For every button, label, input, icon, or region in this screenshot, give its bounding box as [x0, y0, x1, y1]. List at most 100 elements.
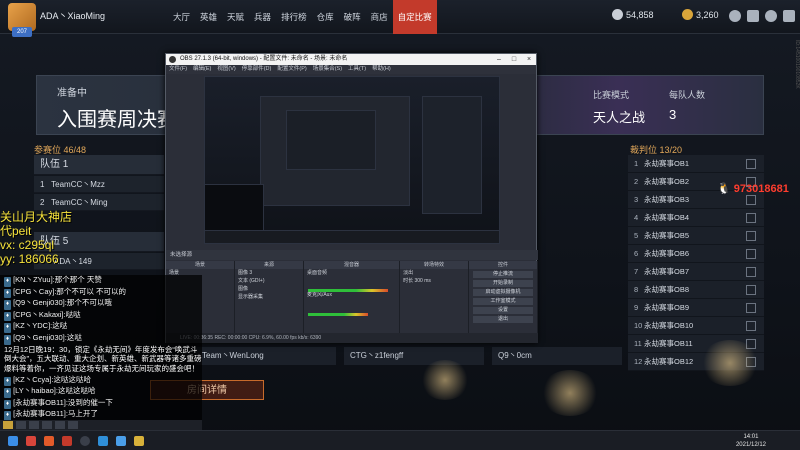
filter-icon[interactable] [55, 421, 65, 429]
start-recording-button[interactable]: 开始录制 [473, 280, 534, 287]
judge-name: 永劫赛事OB3 [644, 195, 690, 204]
source-item[interactable]: 图像 [235, 285, 303, 293]
checkbox[interactable] [746, 303, 756, 313]
settings-button[interactable]: 设置 [473, 307, 534, 314]
chat-message: ♦ [CPG丶Kakaxi]:哒哒 [0, 310, 202, 322]
menu-edit[interactable]: 编辑(E) [193, 65, 211, 74]
source-item[interactable]: 图像 3 [235, 269, 303, 277]
obs-logo-icon [169, 56, 176, 63]
menu-file[interactable]: 文件(F) [169, 65, 187, 74]
list-item[interactable]: 1 永劫赛事OB1 [628, 155, 764, 173]
transition-duration[interactable]: 时长 300 ms [400, 277, 468, 285]
obs-title: OBS 27.1.3 (64-bit, windows) - 配置文件: 未命名… [180, 56, 348, 62]
checkbox[interactable] [746, 249, 756, 259]
friends-icon[interactable] [765, 10, 777, 22]
list-item[interactable]: 8 永劫赛事OB8 [628, 281, 764, 299]
obs-icon[interactable] [80, 436, 90, 446]
player-name: TeamCC丶Ming [51, 198, 108, 207]
studio-mode-button[interactable]: 工作室模式 [473, 298, 534, 305]
nav-shop[interactable]: 商店 [366, 0, 393, 34]
nav-talents[interactable]: 天赋 [222, 0, 249, 34]
screen: { "user": {"name": "ADA丶XiaoMing", "leve… [0, 0, 800, 450]
nav-custom-match[interactable]: 自定比赛 [392, 0, 437, 34]
team-row[interactable]: CTG丶z1fengff [344, 347, 484, 365]
minimize-icon[interactable]: – [492, 54, 506, 65]
judge-name: 永劫赛事OB4 [644, 213, 690, 222]
app-icon[interactable] [98, 436, 108, 446]
refresh-icon[interactable] [16, 421, 26, 429]
sources-dock: 来源 图像 3 文本 (GDI+) 图像 显示器采集 [234, 261, 304, 333]
chat-badge: ♦ [4, 300, 12, 310]
app-icon[interactable] [134, 436, 144, 446]
checkbox[interactable] [746, 285, 756, 295]
light-effect [700, 340, 760, 386]
gift-icon[interactable] [3, 421, 13, 429]
transition-select[interactable]: 淡出 [400, 269, 468, 277]
main-nav: 大厅 英雄 天赋 兵器 排行榜 仓库 破阵 商店 自定比赛 [168, 0, 437, 34]
checkbox[interactable] [746, 195, 756, 205]
team-1-header[interactable]: 队伍 1 [34, 155, 164, 175]
checkbox[interactable] [746, 321, 756, 331]
list-item[interactable]: 5 永劫赛事OB5 [628, 227, 764, 245]
exit-button[interactable]: 退出 [473, 316, 534, 323]
team-row[interactable]: 2 TeamCC丶Ming [34, 194, 164, 211]
chat-text: [CPG丶Cay]:那个不可以 不可以的 [13, 286, 126, 296]
maximize-icon[interactable]: □ [507, 54, 521, 65]
overlay-line: vx: c295ql [0, 238, 55, 252]
obs-preview[interactable] [204, 76, 500, 244]
nav-leaderboard[interactable]: 排行榜 [276, 0, 312, 34]
team-row[interactable]: 1 TeamCC丶Mzz [34, 176, 164, 193]
menu-scene-collection[interactable]: 场景集合(S) [313, 65, 342, 74]
nested-taskbar [204, 230, 500, 244]
checkbox[interactable] [746, 267, 756, 277]
chat-message: ♦ [LY丶haibao]:这哒这哒哈 [0, 386, 202, 398]
menu-tools[interactable]: 工具(T) [348, 65, 366, 74]
menu-help[interactable]: 帮助(H) [372, 65, 391, 74]
checkbox[interactable] [746, 159, 756, 169]
menu-icon[interactable] [783, 10, 795, 22]
system-clock[interactable]: 14:01 2021/12/12 [736, 433, 766, 449]
list-item[interactable]: 4 永劫赛事OB4 [628, 209, 764, 227]
lock-icon[interactable] [42, 421, 52, 429]
obs-context-bar: 未选择源 [166, 250, 538, 260]
app-icon[interactable] [62, 436, 72, 446]
chat-badge: ♦ [4, 399, 12, 410]
list-item[interactable]: 7 永劫赛事OB7 [628, 263, 764, 281]
close-icon[interactable]: × [522, 54, 536, 65]
checkbox[interactable] [746, 231, 756, 241]
list-item[interactable]: 9 永劫赛事OB9 [628, 299, 764, 317]
list-item[interactable]: 6 永劫赛事OB6 [628, 245, 764, 263]
mail-icon[interactable] [747, 10, 759, 22]
list-item[interactable]: 10 永劫赛事OB10 [628, 317, 764, 335]
team-row[interactable]: Q9丶0cm [492, 347, 622, 365]
windows-start-icon[interactable] [8, 436, 18, 446]
mode-value: 天人之战 [593, 110, 646, 125]
player-name: TeamCC丶Mzz [51, 180, 105, 189]
app-icon[interactable] [116, 436, 126, 446]
settings-icon[interactable] [29, 421, 39, 429]
nav-breakthrough[interactable]: 破阵 [339, 0, 366, 34]
nav-weapons[interactable]: 兵器 [249, 0, 276, 34]
mode-label: 比赛模式 [593, 90, 630, 100]
app-icon[interactable] [26, 436, 36, 446]
menu-view[interactable]: 视图(V) [217, 65, 235, 74]
app-icon[interactable] [44, 436, 54, 446]
help-icon[interactable] [729, 10, 741, 22]
stop-stream-button[interactable]: 停止推流 [473, 271, 534, 278]
avatar[interactable]: 207 [8, 3, 36, 37]
nav-storage[interactable]: 仓库 [312, 0, 339, 34]
source-item[interactable]: 显示器采集 [235, 293, 303, 301]
checkbox[interactable] [746, 213, 756, 223]
per-team-value: 3 [669, 107, 677, 122]
virtual-camera-button[interactable]: 启动虚拟摄像机 [473, 289, 534, 296]
mixer-channel: 麦克风/Aux [306, 292, 332, 298]
team-row[interactable]: Team丶WenLong [196, 347, 336, 365]
source-item[interactable]: 文本 (GDI+) [235, 277, 303, 285]
menu-docks[interactable]: 停靠部件(D) [242, 65, 272, 74]
clear-icon[interactable] [68, 421, 78, 429]
nav-lobby[interactable]: 大厅 [168, 0, 195, 34]
chat-text: [KN丶ZYuu]:那个那个 天赞 [13, 275, 102, 284]
row-number: 1 [40, 180, 45, 189]
nav-heroes[interactable]: 英雄 [195, 0, 222, 34]
menu-profile[interactable]: 配置文件(P) [277, 65, 306, 74]
